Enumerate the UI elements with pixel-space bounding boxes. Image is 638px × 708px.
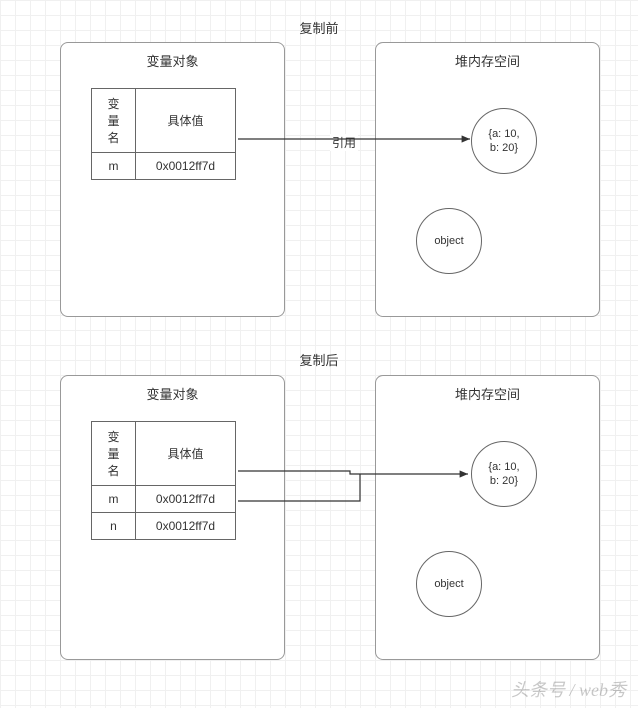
before-heap-label-text: object: [434, 234, 463, 248]
before-variable-table: 变量名 具体值 m 0x0012ff7d: [91, 88, 236, 180]
before-row0-name: m: [92, 153, 136, 180]
before-heap-panel: 堆内存空间 {a: 10, b: 20} object: [375, 42, 600, 317]
after-row0-name: m: [92, 486, 136, 513]
after-heap-object: {a: 10, b: 20}: [471, 441, 537, 507]
before-heap-panel-title: 堆内存空间: [376, 51, 599, 70]
after-title: 复制后: [0, 350, 638, 369]
after-heap-panel: 堆内存空间 {a: 10, b: 20} object: [375, 375, 600, 660]
after-col-name: 变量名: [92, 422, 136, 486]
before-row0-value: 0x0012ff7d: [136, 153, 236, 180]
table-row: n 0x0012ff7d: [92, 513, 236, 540]
after-col-value: 具体值: [136, 422, 236, 486]
after-variable-panel: 变量对象 变量名 具体值 m 0x0012ff7d n 0x0012ff7d: [60, 375, 285, 660]
after-variable-table: 变量名 具体值 m 0x0012ff7d n 0x0012ff7d: [91, 421, 236, 540]
before-col-value: 具体值: [136, 89, 236, 153]
before-col-name: 变量名: [92, 89, 136, 153]
after-heap-label-circle: object: [416, 551, 482, 617]
before-title: 复制前: [0, 18, 638, 37]
before-arrow-label: 引用: [330, 134, 358, 151]
after-row1-value: 0x0012ff7d: [136, 513, 236, 540]
before-heap-object: {a: 10, b: 20}: [471, 108, 537, 174]
before-heap-label-circle: object: [416, 208, 482, 274]
after-row1-name: n: [92, 513, 136, 540]
after-heap-label-text: object: [434, 577, 463, 591]
after-heap-panel-title: 堆内存空间: [376, 384, 599, 403]
after-heap-object-text: {a: 10, b: 20}: [488, 460, 519, 489]
before-heap-object-text: {a: 10, b: 20}: [488, 127, 519, 156]
before-variable-panel: 变量对象 变量名 具体值 m 0x0012ff7d: [60, 42, 285, 317]
after-variable-panel-title: 变量对象: [61, 384, 284, 403]
table-row: m 0x0012ff7d: [92, 486, 236, 513]
before-variable-panel-title: 变量对象: [61, 51, 284, 70]
table-row: m 0x0012ff7d: [92, 153, 236, 180]
watermark: 头条号 / web秀: [511, 676, 626, 702]
after-row0-value: 0x0012ff7d: [136, 486, 236, 513]
